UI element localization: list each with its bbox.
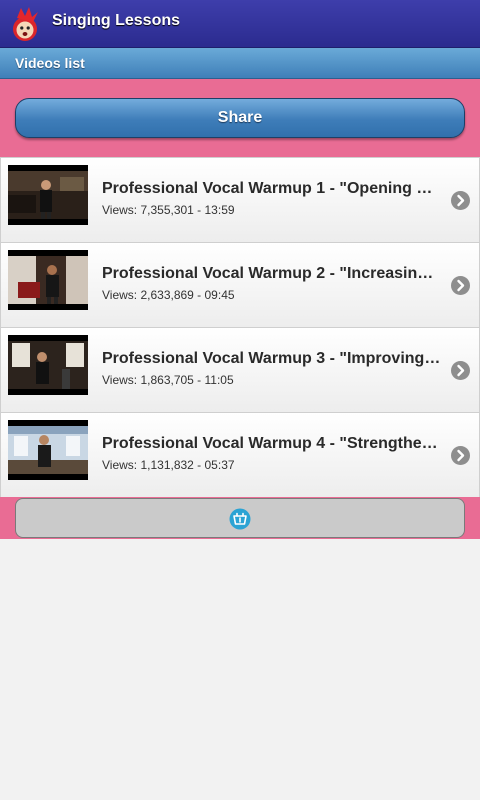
video-row-3[interactable]: Professional Vocal Warmup 3 - "Improving… bbox=[0, 328, 480, 413]
video-row-4[interactable]: Professional Vocal Warmup 4 - "Strengthe… bbox=[0, 413, 480, 498]
mascot-icon bbox=[13, 7, 38, 41]
video-row-1[interactable]: Professional Vocal Warmup 1 - "Opening U… bbox=[0, 157, 480, 243]
section-header: Videos list bbox=[0, 48, 480, 79]
video-meta: Views: 2,633,869 - 09:45 bbox=[102, 288, 235, 302]
video-thumbnail bbox=[8, 250, 88, 310]
video-thumbnail bbox=[8, 335, 88, 395]
store-icon bbox=[229, 508, 251, 530]
share-bar: Share bbox=[0, 79, 480, 157]
video-title: Professional Vocal Warmup 1 - "Opening U… bbox=[102, 180, 442, 197]
video-title: Professional Vocal Warmup 2 - "Increasin… bbox=[102, 265, 442, 282]
video-row-2[interactable]: Professional Vocal Warmup 2 - "Increasin… bbox=[0, 243, 480, 328]
video-list: Professional Vocal Warmup 1 - "Opening U… bbox=[0, 157, 480, 498]
video-title: Professional Vocal Warmup 4 - "Strengthe… bbox=[102, 435, 438, 452]
share-button[interactable]: Share bbox=[15, 98, 465, 138]
section-title: Videos list bbox=[15, 55, 85, 71]
video-thumbnail bbox=[8, 420, 88, 480]
app-title: Singing Lessons bbox=[52, 12, 181, 29]
title-bar: Singing Lessons bbox=[0, 0, 480, 48]
video-meta: Views: 7,355,301 - 13:59 bbox=[102, 203, 235, 217]
chevron-right-icon bbox=[451, 446, 470, 465]
store-button[interactable] bbox=[15, 498, 465, 538]
chevron-right-icon bbox=[451, 361, 470, 380]
bottom-bar bbox=[0, 497, 480, 539]
video-thumbnail bbox=[8, 165, 88, 225]
chevron-right-icon bbox=[451, 276, 470, 295]
video-meta: Views: 1,863,705 - 11:05 bbox=[102, 373, 234, 387]
chevron-right-icon bbox=[451, 191, 470, 210]
video-title: Professional Vocal Warmup 3 - "Improving… bbox=[102, 350, 441, 367]
video-meta: Views: 1,131,832 - 05:37 bbox=[102, 458, 235, 472]
